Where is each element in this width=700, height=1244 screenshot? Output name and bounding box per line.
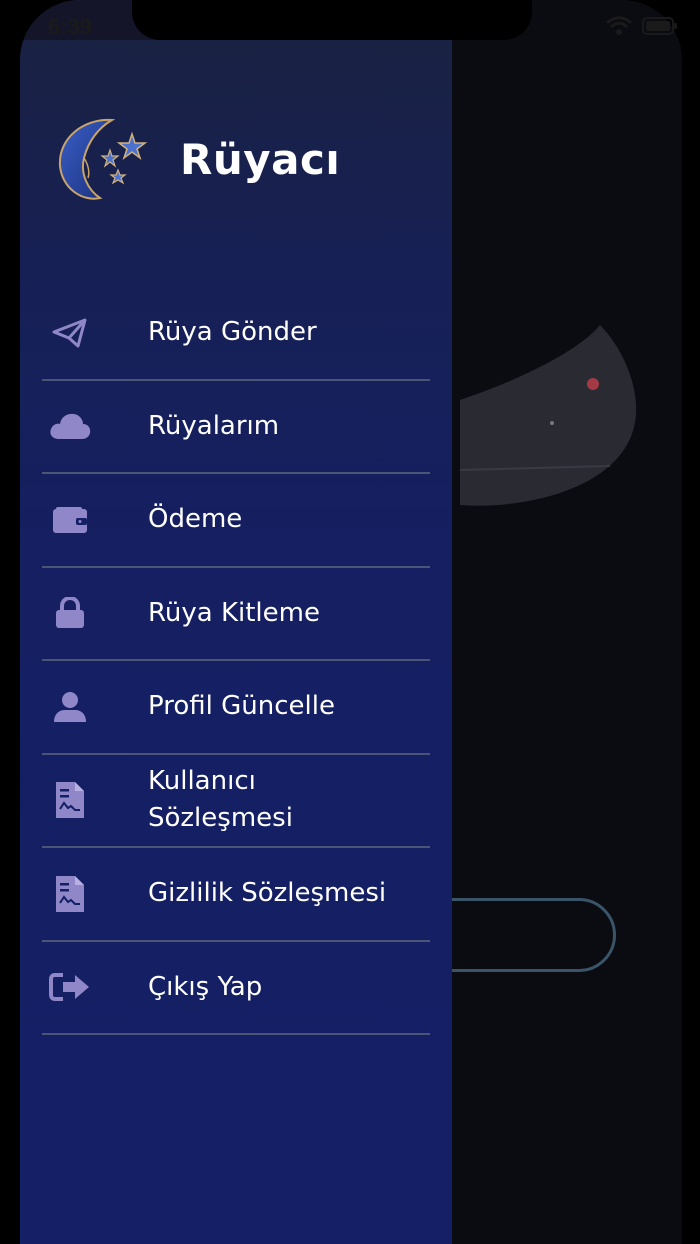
- wallet-icon: [48, 502, 92, 538]
- menu-item-profil-guncelle[interactable]: Profil Güncelle: [42, 661, 430, 755]
- drawer-menu: Rüya Gönder Rüyalarım Ödeme Rüya Kitleme…: [42, 287, 430, 1035]
- lock-icon: [48, 595, 92, 631]
- menu-item-ruya-kitleme[interactable]: Rüya Kitleme: [42, 568, 430, 661]
- device-notch: [132, 0, 532, 40]
- navigation-drawer: Rüyacı Rüya Gönder Rüyalarım Ödeme Rüya …: [20, 0, 452, 1244]
- menu-item-cikis-yap[interactable]: Çıkış Yap: [42, 942, 430, 1035]
- menu-item-kullanici-sozlesmesi[interactable]: Kullanıcı Sözleşmesi: [42, 755, 430, 848]
- screen: Rüyacı Rüya Gönder Rüyalarım Ödeme Rüya …: [20, 0, 682, 1244]
- status-time: 6:39: [48, 14, 93, 39]
- menu-item-label: Çıkış Yap: [148, 971, 263, 1002]
- menu-item-odeme[interactable]: Ödeme: [42, 474, 430, 568]
- document-icon: [48, 875, 92, 912]
- menu-item-label: Profil Güncelle: [148, 691, 335, 722]
- user-icon: [48, 689, 92, 725]
- app-title: Rüyacı: [180, 134, 341, 184]
- menu-item-label: Rüya Gönder: [148, 317, 317, 348]
- menu-item-label: Kullanıcı Sözleşmesi: [148, 766, 293, 834]
- battery-icon: [642, 17, 677, 35]
- menu-item-label: Rüya Kitleme: [148, 597, 320, 628]
- document-icon: [48, 782, 92, 819]
- send-icon: [48, 315, 92, 351]
- wifi-icon: [606, 16, 632, 35]
- sign-out-icon: [48, 969, 92, 1005]
- menu-item-ruyalarim[interactable]: Rüyalarım: [42, 381, 430, 474]
- menu-item-label: Gizlilik Sözleşmesi: [148, 878, 387, 909]
- menu-item-label: Ödeme: [148, 504, 243, 535]
- moon-stars-logo: [58, 118, 148, 200]
- cloud-icon: [48, 408, 92, 444]
- brand-header: Rüyacı: [54, 114, 340, 204]
- phone-frame: Rüyacı Rüya Gönder Rüyalarım Ödeme Rüya …: [0, 0, 700, 1244]
- menu-item-ruya-gonder[interactable]: Rüya Gönder: [42, 287, 430, 381]
- status-icons: [606, 16, 678, 36]
- menu-item-gizlilik-sozlesmesi[interactable]: Gizlilik Sözleşmesi: [42, 848, 430, 942]
- menu-item-label: Rüyalarım: [148, 410, 280, 441]
